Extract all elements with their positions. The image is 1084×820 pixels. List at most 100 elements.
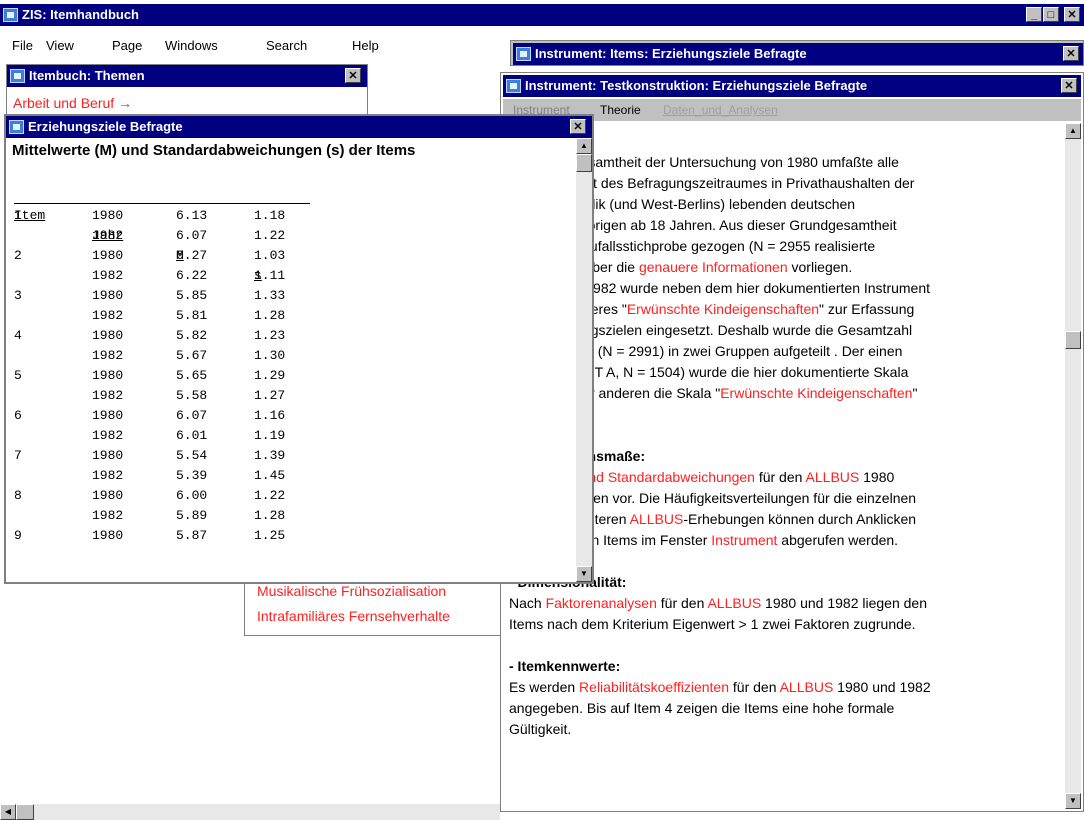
stats-table: Item Jahr M s 1 1980 6.13 1.18 1982 6.07 1.22 2… — [12, 186, 332, 582]
jahr-cell: 1980 — [92, 328, 124, 343]
app-icon — [3, 8, 18, 22]
hyperlink[interactable]: ALLBUS — [806, 469, 860, 485]
themen-item-arbeit-beruf[interactable]: Arbeit und Beruf → — [13, 95, 132, 111]
mean-cell: 5.39 — [176, 468, 208, 483]
mean-cell: 5.81 — [176, 308, 208, 323]
item-cell: 6 — [14, 408, 22, 423]
items-close-button[interactable]: ✕ — [1063, 46, 1079, 61]
table-row: 1982 5.58 1.27 — [12, 386, 310, 406]
sd-cell: 1.19 — [254, 428, 286, 443]
jahr-cell: 1982 — [92, 388, 124, 403]
item-cell: 7 — [14, 448, 22, 463]
menu-view[interactable]: View — [46, 36, 74, 56]
menu-file[interactable]: File — [12, 36, 33, 56]
items-window: Instrument: Items: Erziehungsziele Befra… — [510, 40, 1084, 66]
text-segment: Nach — [509, 595, 546, 611]
test-vertical-scrollbar[interactable]: ▲ ▼ — [1065, 123, 1081, 809]
maximize-button[interactable]: □ — [1043, 7, 1059, 22]
stats-scroll-up-button[interactable]: ▲ — [576, 138, 592, 154]
jahr-cell: 1982 — [92, 308, 124, 323]
menu-search[interactable]: Search — [266, 36, 307, 56]
stats-content: Mittelwerte (M) und Standardabweichungen… — [6, 138, 576, 582]
sd-cell: 1.27 — [254, 388, 286, 403]
hyperlink[interactable]: Erwünschte Kindeigenschaften — [627, 301, 819, 317]
scroll-thumb[interactable] — [1065, 331, 1081, 349]
mean-cell: 5.85 — [176, 288, 208, 303]
items-title-bar: Instrument: Items: Erziehungsziele Befra… — [513, 43, 1083, 65]
hscroll-thumb[interactable] — [16, 804, 34, 820]
table-row: 1982 5.81 1.28 — [12, 306, 310, 326]
main-horizontal-scrollbar[interactable]: ◀ — [0, 804, 500, 820]
mean-cell: 5.89 — [176, 508, 208, 523]
hyperlink[interactable]: genauere Informationen — [639, 259, 788, 275]
menu-bar: File View Page Windows Search Help — [0, 36, 500, 56]
menu-windows[interactable]: Windows — [165, 36, 218, 56]
table-row: 4 1980 5.82 1.23 — [12, 326, 310, 346]
mean-cell: 6.00 — [176, 488, 208, 503]
menu-help[interactable]: Help — [352, 36, 379, 56]
scroll-down-button[interactable]: ▼ — [1065, 793, 1081, 809]
text-segment: vorliegen. — [787, 259, 853, 275]
mean-cell: 6.07 — [176, 408, 208, 423]
text-line: Nach Faktorenanalysen für den ALLBUS 198… — [509, 593, 1059, 614]
stats-scroll-thumb[interactable] — [576, 154, 592, 172]
themen-item-fernsehverhalten[interactable]: Intrafamiliäres Fernsehverhalte — [257, 608, 450, 624]
mean-cell: 6.22 — [176, 268, 208, 283]
test-close-button[interactable]: ✕ — [1061, 78, 1077, 93]
app-close-button[interactable]: ✕ — [1064, 7, 1080, 22]
text-segment: " zur Erfassung — [819, 301, 915, 317]
arrow-right-icon: → — [118, 95, 133, 111]
stats-window: Erziehungsziele Befragte ✕ Mittelwerte (… — [4, 114, 594, 584]
table-row: 1982 5.89 1.28 — [12, 506, 310, 526]
themen-list-lower: Musikalische Frühsozialisation Intrafami… — [244, 578, 502, 636]
item-cell: 9 — [14, 528, 22, 543]
header-underline — [14, 203, 310, 204]
item-cell: 4 — [14, 328, 22, 343]
jahr-cell: 1980 — [92, 448, 124, 463]
item-cell: 8 — [14, 488, 22, 503]
stats-close-button[interactable]: ✕ — [570, 119, 586, 134]
hyperlink[interactable]: ALLBUS — [780, 679, 834, 695]
hyperlink[interactable]: ALLBUS — [630, 511, 684, 527]
jahr-cell: 1982 — [92, 268, 124, 283]
themen-item-musikalische[interactable]: Musikalische Frühsozialisation — [257, 583, 446, 599]
app-title: ZIS: Itemhandbuch — [22, 7, 139, 22]
tab-theorie[interactable]: Theorie — [600, 99, 641, 121]
stats-title-bar: Erziehungsziele Befragte ✕ — [6, 116, 592, 138]
app-title-bar: ZIS: Itemhandbuch _ □ ✕ — [0, 4, 1084, 26]
hyperlink[interactable]: Instrument — [711, 532, 777, 548]
mean-cell: 5.67 — [176, 348, 208, 363]
hyperlink[interactable]: Reliabilitätskoeffizienten — [579, 679, 729, 695]
item-cell: 3 — [14, 288, 22, 303]
text-segment: Es werden — [509, 679, 580, 695]
hscroll-left-button[interactable]: ◀ — [0, 804, 16, 820]
text-line: Gültigkeit. — [509, 721, 572, 737]
table-row: 1982 5.67 1.30 — [12, 346, 310, 366]
test-title: Instrument: Testkonstruktion: Erziehungs… — [525, 78, 868, 93]
hyperlink[interactable]: Erwünschte Kindeigenschaften — [720, 385, 912, 401]
minimize-button[interactable]: _ — [1026, 7, 1042, 22]
scroll-up-button[interactable]: ▲ — [1065, 123, 1081, 139]
text-segment: für den — [754, 469, 806, 485]
themen-window: Itembuch: Themen ✕ Arbeit und Beruf → — [6, 64, 368, 120]
sd-cell: 1.03 — [254, 248, 286, 263]
table-row: 8 1980 6.00 1.22 — [12, 486, 310, 506]
sd-cell: 1.18 — [254, 208, 286, 223]
stats-vertical-scrollbar[interactable]: ▲ ▼ — [576, 138, 592, 582]
jahr-cell: 1980 — [92, 488, 124, 503]
stats-window-icon — [9, 120, 24, 134]
mean-cell: 6.01 — [176, 428, 208, 443]
hyperlink[interactable]: ALLBUS — [707, 595, 761, 611]
sd-cell: 1.45 — [254, 468, 286, 483]
hyperlink[interactable]: Faktorenanalysen — [546, 595, 657, 611]
mean-cell: 5.82 — [176, 328, 208, 343]
themen-close-button[interactable]: ✕ — [345, 68, 361, 83]
menu-page[interactable]: Page — [112, 36, 142, 56]
table-row: 6 1980 6.07 1.16 — [12, 406, 310, 426]
stats-heading: Mittelwerte (M) und Standardabweichungen… — [12, 142, 416, 159]
text-segment: -Erhebungen können durch Anklicken — [683, 511, 917, 527]
tab-daten-und-analysen[interactable]: Daten_und_Analysen — [663, 99, 778, 121]
stats-scroll-down-button[interactable]: ▼ — [576, 566, 592, 582]
jahr-cell: 1982 — [92, 428, 124, 443]
